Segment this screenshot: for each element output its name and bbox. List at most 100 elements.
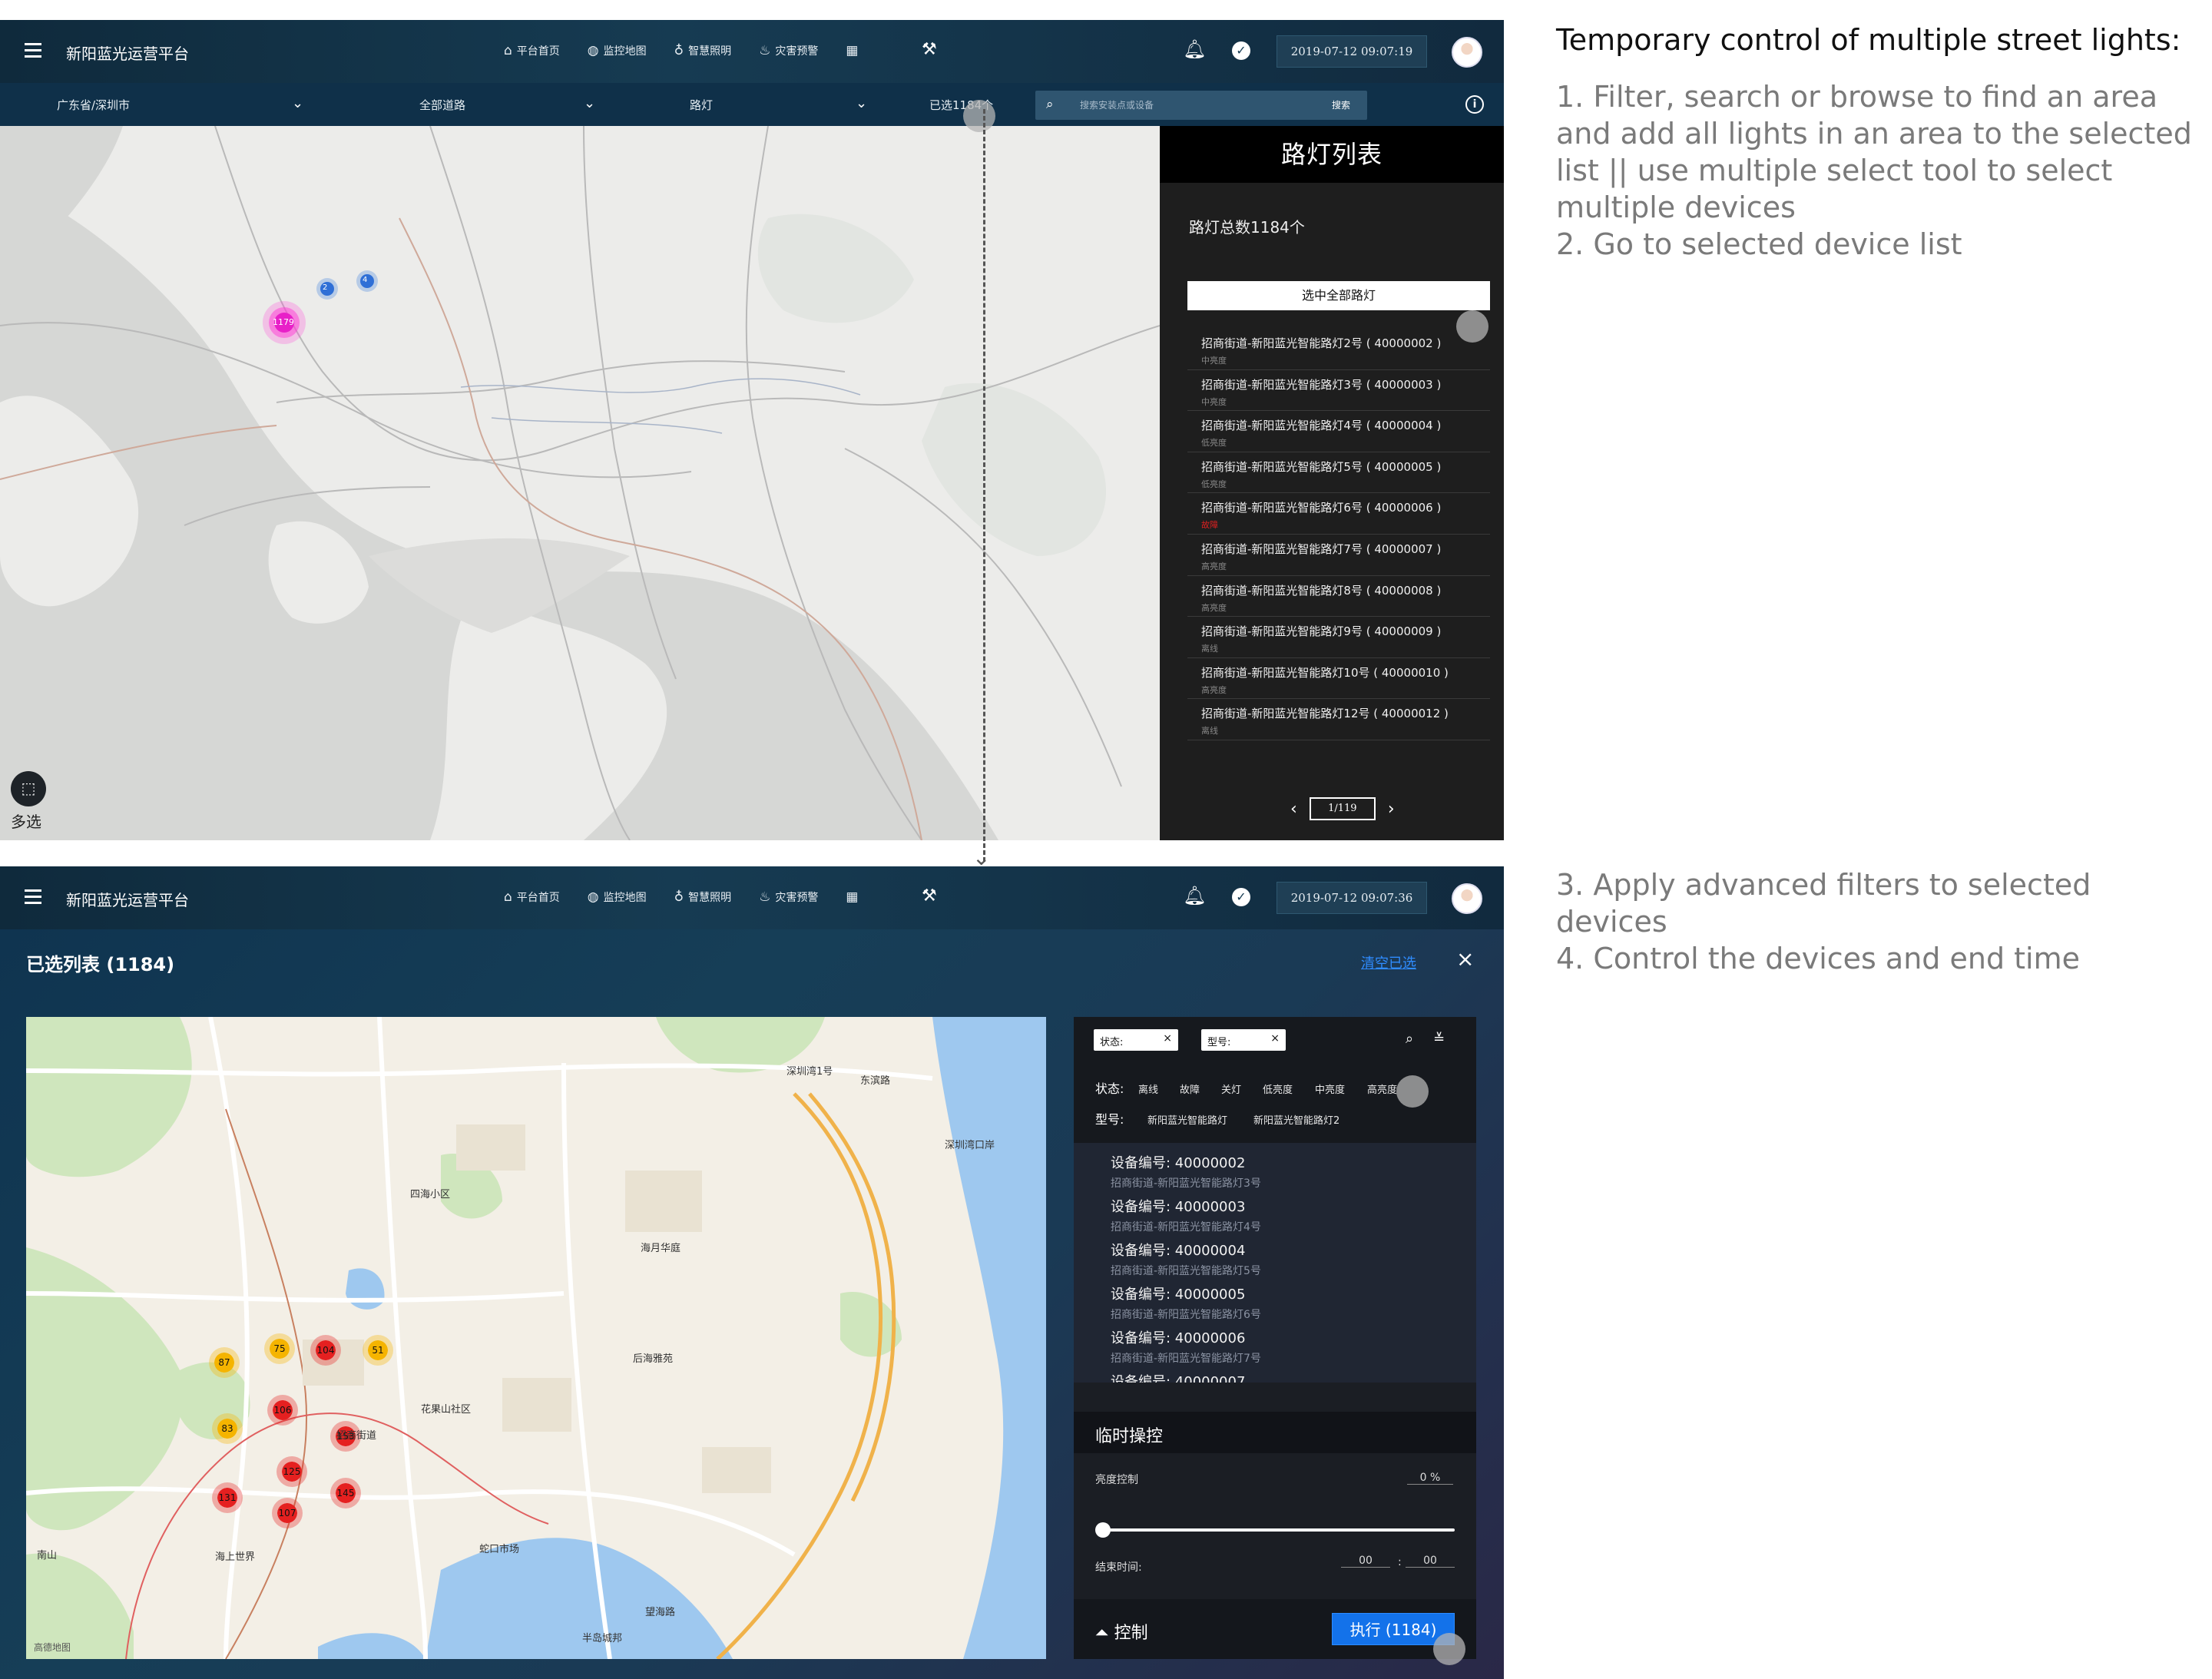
nav-home[interactable]: ⌂ 平台首页 (504, 889, 560, 905)
check-icon[interactable]: ✓ (1232, 41, 1250, 60)
hamburger-menu-icon[interactable] (25, 889, 41, 904)
status-option[interactable]: 关灯 (1221, 1081, 1241, 1096)
nav-disaster-alert[interactable]: ♨ 灾害预警 (759, 43, 818, 58)
info-icon[interactable]: i (1465, 95, 1484, 114)
device-code: 设备编号: 40000004 (1111, 1243, 1246, 1259)
clear-selected-link[interactable]: 清空已选 (1361, 952, 1416, 972)
nav-smart-lighting[interactable]: ♁ 智慧照明 (674, 889, 731, 905)
selected-devices-map[interactable]: 87 75 104 51 106 83 153 125 131 107 145 南山 海上世界 半岛… (26, 1017, 1046, 1659)
search-box: ⌕ 搜索 (1035, 91, 1367, 120)
bell-icon[interactable]: 🔔︎ (1183, 38, 1206, 60)
nav-monitor-map[interactable]: ◍ 监控地图 (588, 43, 647, 58)
cluster-marker[interactable]: 83 (212, 1413, 243, 1444)
bell-icon[interactable]: 🔔︎ (1183, 885, 1206, 906)
device-code: 设备编号: 40000007 (1111, 1374, 1246, 1383)
list-item[interactable]: 招商街道-新阳蓝光智能路灯8号 ( 40000008 ) 高亮度 (1187, 576, 1490, 618)
item-name: 招商街道-新阳蓝光智能路灯8号 ( 40000008 ) (1201, 583, 1442, 598)
model-option[interactable]: 新阳蓝光智能路灯 (1147, 1112, 1227, 1127)
status-option[interactable]: 高亮度 (1367, 1081, 1397, 1096)
status-filter-chip[interactable]: 状态: × (1094, 1029, 1178, 1051)
device-type-select[interactable]: 路灯 (690, 97, 713, 113)
status-option[interactable]: 离线 (1138, 1081, 1158, 1096)
hour-input[interactable]: 00 (1341, 1555, 1390, 1568)
cluster-label[interactable]: 2 (323, 283, 327, 292)
list-item[interactable]: 设备编号: 40000002 招商街道-新阳蓝光智能路灯3号 (1074, 1151, 1476, 1194)
road-select[interactable]: 全部道路 (419, 97, 465, 113)
avatar[interactable] (1452, 37, 1482, 68)
item-status: 高亮度 (1201, 602, 1227, 613)
city-map[interactable]: 2 4 1179 ⬚ 多选 (0, 126, 1160, 840)
cluster-marker[interactable]: 106 (267, 1395, 298, 1426)
list-item[interactable]: 招商街道-新阳蓝光智能路灯12号 ( 40000012 ) 离线 (1187, 699, 1490, 740)
list-item[interactable]: 设备编号: 40000006 招商街道-新阳蓝光智能路灯7号 (1074, 1326, 1476, 1369)
list-item[interactable]: 招商街道-新阳蓝光智能路灯5号 ( 40000005 ) 低亮度 (1187, 452, 1490, 494)
cluster-marker[interactable]: 75 (264, 1333, 295, 1364)
device-code: 设备编号: 40000005 (1111, 1287, 1246, 1303)
hamburger-menu-icon[interactable] (25, 43, 41, 58)
tools-icon[interactable]: ⚒ (922, 886, 937, 906)
list-item[interactable]: 招商街道-新阳蓝光智能路灯4号 ( 40000004 ) 低亮度 (1187, 411, 1490, 452)
list-item[interactable]: 设备编号: 40000003 招商街道-新阳蓝光智能路灯4号 (1074, 1194, 1476, 1238)
cluster-marker[interactable]: 107 (272, 1498, 303, 1528)
page-indicator[interactable]: 1/119 (1309, 797, 1376, 820)
brightness-slider[interactable] (1095, 1522, 1455, 1538)
list-item[interactable]: 招商街道-新阳蓝光智能路灯6号 ( 40000006 ) 故障 (1187, 493, 1490, 535)
check-icon[interactable]: ✓ (1232, 888, 1250, 906)
brightness-value[interactable]: 0 % (1407, 1472, 1453, 1485)
status-option[interactable]: 故障 (1180, 1081, 1200, 1096)
collapse-control-toggle[interactable]: ⏶ 控制 (1095, 1619, 1148, 1644)
nav-smart-lighting[interactable]: ♁ 智慧照明 (674, 43, 731, 58)
list-item[interactable]: 设备编号: 40000005 招商街道-新阳蓝光智能路灯6号 (1074, 1282, 1476, 1326)
cluster-label[interactable]: 1179 (273, 317, 294, 327)
nav-disaster-alert[interactable]: ♨ 灾害预警 (759, 889, 818, 905)
list-item[interactable]: 设备编号: 40000004 招商街道-新阳蓝光智能路灯5号 (1074, 1238, 1476, 1282)
chevron-down-icon[interactable]: ⌄ (856, 95, 867, 111)
model-option[interactable]: 新阳蓝光智能路灯2 (1253, 1112, 1339, 1127)
item-name: 招商街道-新阳蓝光智能路灯9号 ( 40000009 ) (1201, 624, 1442, 639)
place-label: 深圳湾口岸 (945, 1140, 995, 1151)
cluster-marker[interactable]: 131 (212, 1482, 243, 1513)
minute-input[interactable]: 00 (1406, 1555, 1455, 1568)
chevron-down-icon[interactable]: ⌄ (584, 95, 595, 111)
search-input[interactable] (1080, 97, 1310, 114)
touch-indicator (1433, 1633, 1465, 1665)
list-item[interactable]: 招商街道-新阳蓝光智能路灯2号 ( 40000002 ) 中亮度 (1187, 329, 1490, 370)
chevron-right-icon[interactable]: › (1388, 800, 1395, 819)
multi-select-tool-icon[interactable]: ⬚ (11, 771, 46, 806)
model-filter-chip[interactable]: 型号: × (1201, 1029, 1286, 1051)
chevron-left-icon[interactable]: ‹ (1290, 800, 1297, 819)
filter-icon[interactable]: ≚ (1433, 1031, 1445, 1047)
nav-monitor-map[interactable]: ◍ 监控地图 (588, 889, 647, 905)
cluster-marker[interactable]: 87 (209, 1347, 240, 1378)
close-icon[interactable]: × (1456, 946, 1474, 972)
cluster-marker[interactable]: 125 (276, 1456, 307, 1487)
nav-home[interactable]: ⌂ 平台首页 (504, 43, 560, 58)
model-label: 型号: (1095, 1112, 1124, 1127)
apps-grid[interactable]: ▦ (846, 889, 858, 905)
cluster-marker[interactable]: 104 (310, 1335, 341, 1366)
apps-grid[interactable]: ▦ (846, 43, 858, 58)
close-icon[interactable]: × (1163, 1032, 1172, 1045)
item-name: 招商街道-新阳蓝光智能路灯3号 ( 40000003 ) (1201, 377, 1442, 392)
search-button[interactable]: 搜索 (1332, 98, 1350, 111)
list-item[interactable]: 招商街道-新阳蓝光智能路灯9号 ( 40000009 ) 离线 (1187, 617, 1490, 658)
select-all-button[interactable]: 选中全部路灯 (1187, 281, 1490, 310)
touch-indicator (1456, 310, 1488, 343)
cluster-label[interactable]: 4 (363, 276, 367, 284)
cluster-marker[interactable]: 51 (363, 1335, 393, 1366)
tools-icon[interactable]: ⚒ (922, 40, 937, 59)
status-option[interactable]: 低亮度 (1263, 1081, 1293, 1096)
slider-handle[interactable] (1095, 1522, 1111, 1538)
avatar[interactable] (1452, 883, 1482, 914)
list-item[interactable]: 设备编号: 40000007 (1074, 1369, 1476, 1383)
search-icon[interactable]: ⌕ (1406, 1031, 1413, 1047)
place-label: 花果山社区 (421, 1404, 472, 1416)
cluster-marker[interactable]: 145 (330, 1478, 361, 1508)
list-item[interactable]: 招商街道-新阳蓝光智能路灯10号 ( 40000010 ) 高亮度 (1187, 658, 1490, 700)
chevron-down-icon[interactable]: ⌄ (292, 95, 303, 111)
list-item[interactable]: 招商街道-新阳蓝光智能路灯3号 ( 40000003 ) 中亮度 (1187, 370, 1490, 412)
region-select[interactable]: 广东省/深圳市 (57, 97, 130, 113)
status-option[interactable]: 中亮度 (1315, 1081, 1345, 1096)
list-item[interactable]: 招商街道-新阳蓝光智能路灯7号 ( 40000007 ) 高亮度 (1187, 535, 1490, 576)
close-icon[interactable]: × (1270, 1032, 1280, 1045)
